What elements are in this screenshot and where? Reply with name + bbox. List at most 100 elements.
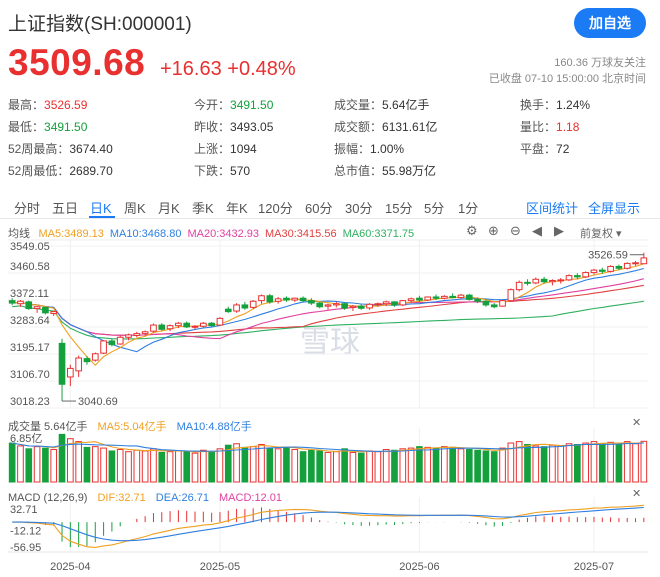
candle-up <box>640 257 648 265</box>
candle-up <box>175 322 182 327</box>
candle-down <box>299 297 307 302</box>
candle-down <box>42 306 49 314</box>
date-axis-label: 2025-07 <box>574 561 614 573</box>
volume-bar <box>490 451 498 483</box>
candle-up <box>507 289 515 302</box>
candle-down <box>432 296 440 299</box>
candle-up <box>324 304 332 307</box>
candle-up <box>100 340 107 354</box>
candle-up <box>116 336 124 345</box>
legend-item: DEA:26.71 <box>155 492 209 504</box>
volume-bar <box>100 447 107 483</box>
macd-legend-row: MACD (12,26,9) DIF:32.71 DEA:26.71 MACD:12.… <box>8 488 282 506</box>
candle-down <box>308 300 315 304</box>
volume-bar <box>416 446 423 483</box>
price-tick-label: 3195.17 <box>10 342 50 354</box>
volume-bar <box>299 451 307 483</box>
candle-up <box>515 281 523 291</box>
volume-bar <box>374 451 382 483</box>
volume-bar <box>17 445 24 483</box>
volume-bar <box>607 441 614 483</box>
candle-down <box>598 269 606 272</box>
candle-up <box>216 317 224 326</box>
candle-down <box>25 301 33 310</box>
volume-bar <box>524 443 531 483</box>
macd-bottom-label: -56.95 <box>10 542 41 554</box>
candle-up <box>17 300 24 305</box>
candle-up <box>67 367 74 378</box>
date-axis-label: 2025-06 <box>399 561 439 573</box>
candle-down <box>416 297 423 301</box>
candle-down <box>241 304 249 309</box>
candle-up <box>75 357 82 372</box>
volume-bar <box>482 450 490 483</box>
volume-bar <box>590 441 598 483</box>
volume-bar <box>457 448 465 483</box>
volume-bar <box>499 447 506 483</box>
volume-bar <box>557 445 565 483</box>
volume-bar <box>324 451 332 483</box>
candle-up <box>582 272 589 278</box>
candle-up <box>349 305 357 308</box>
candle-up <box>632 262 639 265</box>
volume-bar <box>42 447 49 483</box>
candle-up <box>565 275 573 281</box>
volume-bar <box>357 452 365 483</box>
candle-down <box>316 302 324 308</box>
volume-bar <box>25 448 33 483</box>
close-volume-icon[interactable]: ✕ <box>632 416 641 429</box>
candle-down <box>574 275 581 278</box>
candle-up <box>399 300 407 306</box>
volume-bar <box>391 449 398 483</box>
candle-up <box>141 331 149 335</box>
volume-bar <box>632 443 639 483</box>
candle-up <box>532 278 540 284</box>
volume-bar <box>50 449 58 483</box>
volume-bar <box>332 451 340 483</box>
candle-up <box>457 294 465 299</box>
volume-bar <box>108 450 116 483</box>
candle-up <box>557 279 565 282</box>
candle-down <box>449 295 457 299</box>
price-tick-label: 3106.70 <box>10 369 50 381</box>
volume-bar <box>91 446 99 483</box>
close-macd-icon[interactable]: ✕ <box>632 487 641 500</box>
volume-bar <box>249 446 257 483</box>
macd-mid-label: -12.12 <box>10 526 41 538</box>
date-axis-label: 2025-04 <box>50 561 90 573</box>
volume-bar <box>574 443 581 483</box>
candle-up <box>499 300 506 307</box>
volume-bar <box>540 446 548 483</box>
candle-up <box>441 295 448 299</box>
volume-bar <box>283 446 290 483</box>
volume-bar <box>399 448 407 483</box>
candle-down <box>58 342 66 385</box>
candle-up <box>549 280 556 283</box>
volume-bar <box>125 451 132 483</box>
price-tick-label: 3549.05 <box>10 241 50 253</box>
volume-bar <box>441 446 448 483</box>
legend-item: MA5:5.04亿手 <box>97 421 167 433</box>
candle-up <box>133 333 141 336</box>
candle-up <box>374 303 382 306</box>
volume-bar <box>582 442 589 483</box>
candle-down <box>283 297 290 301</box>
volume-bar <box>598 443 606 483</box>
candle-up <box>249 300 257 308</box>
candle-down <box>83 358 91 363</box>
volume-bar <box>349 451 357 483</box>
candle-down <box>158 324 166 330</box>
volume-bar <box>474 449 481 483</box>
candle-up <box>332 303 340 306</box>
candle-down <box>8 300 16 304</box>
candle-down <box>490 304 498 308</box>
candle-up <box>199 322 207 327</box>
candle-up <box>125 334 132 338</box>
volume-bar <box>83 446 91 483</box>
volume-bar <box>199 449 207 483</box>
volume-legend-row: 成交量 5.64亿手 MA5:5.04亿手 MA10:4.88亿手 <box>8 417 252 435</box>
candle-up <box>623 262 631 269</box>
volume-bar <box>432 447 440 483</box>
candle-down <box>224 308 232 313</box>
volume-bar <box>158 451 166 483</box>
